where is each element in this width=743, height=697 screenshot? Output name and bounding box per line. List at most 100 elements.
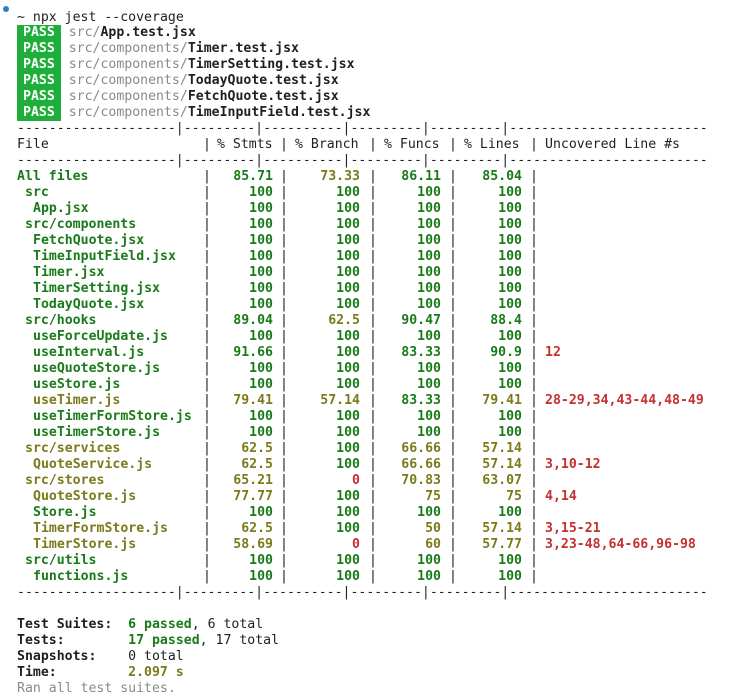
test-file-name: FetchQuote.test.jsx: [187, 89, 339, 104]
coverage-file-name: src/hooks: [25, 313, 97, 328]
column-separator: |: [369, 489, 377, 504]
coverage-lines: 57.14: [482, 457, 522, 472]
coverage-lines: 100: [498, 329, 522, 344]
coverage-branch: 100: [336, 281, 360, 296]
column-separator: |: [369, 281, 377, 296]
test-file-dir: src/components/: [68, 73, 188, 88]
prompt-line: ~ npx jest --coverage: [17, 10, 184, 26]
coverage-funcs: 100: [417, 297, 441, 312]
coverage-row: useStore.js 100 100 100 100 | | | | |: [17, 377, 743, 393]
column-separator: |: [449, 281, 457, 296]
column-separator: |: [449, 441, 457, 456]
pass-badge: PASS: [17, 57, 61, 73]
coverage-file-name: TimerFormStore.js: [33, 521, 168, 536]
column-separator: |: [530, 473, 538, 488]
coverage-row: Store.js 100 100 100 100 | | | | |: [17, 505, 743, 521]
coverage-file-name: src/components: [25, 217, 137, 232]
coverage-stmts: 100: [249, 201, 273, 216]
column-separator: |: [449, 521, 457, 536]
coverage-row: QuoteService.js 62.5 100 66.66 57.14 3,10-12 |…: [17, 457, 743, 473]
column-separator: |: [203, 425, 211, 440]
column-separator: |: [449, 425, 457, 440]
coverage-row: TimeInputField.jsx 100 100 100 100 | | | | |: [17, 249, 743, 265]
coverage-funcs: 70.83: [401, 473, 441, 488]
coverage-file-name: functions.js: [33, 569, 129, 584]
coverage-lines: 100: [498, 201, 522, 216]
coverage-lines: 100: [498, 409, 522, 424]
column-separator: |: [530, 201, 538, 216]
coverage-file-name: src/services: [25, 441, 121, 456]
column-separator: |: [280, 505, 288, 520]
column-separator: |: [203, 569, 211, 584]
column-separator: |: [449, 473, 457, 488]
coverage-file-name: Store.js: [33, 505, 97, 520]
column-separator: |: [369, 169, 377, 184]
coverage-branch: 100: [336, 249, 360, 264]
column-separator: |: [369, 553, 377, 568]
column-separator: |: [280, 185, 288, 200]
coverage-stmts: 91.66: [233, 345, 273, 360]
column-separator: |: [530, 329, 538, 344]
column-separator: |: [369, 249, 377, 264]
column-separator: |: [449, 249, 457, 264]
coverage-stmts: 62.5: [241, 457, 273, 472]
coverage-funcs: 83.33: [401, 345, 441, 360]
column-separator: |: [449, 457, 457, 472]
header-funcs: % Funcs: [384, 137, 440, 152]
coverage-row: src/utils 100 100 100 100 | | | | |: [17, 553, 743, 569]
column-separator: |: [530, 137, 538, 152]
coverage-lines: 100: [498, 569, 522, 584]
coverage-row: src/stores 65.21 0 70.83 63.07 | | | | |: [17, 473, 743, 489]
coverage-row: TimerStore.js 58.69 0 60 57.77 3,23-48,64-66,…: [17, 537, 743, 553]
column-separator: |: [530, 553, 538, 568]
coverage-stmts: 100: [249, 553, 273, 568]
column-separator: |: [203, 233, 211, 248]
pass-badge: PASS: [17, 73, 61, 89]
column-separator: |: [449, 505, 457, 520]
coverage-uncovered-lines: 12: [545, 345, 561, 360]
coverage-funcs: 100: [417, 425, 441, 440]
column-separator: |: [369, 313, 377, 328]
coverage-funcs: 100: [417, 505, 441, 520]
column-separator: |: [280, 473, 288, 488]
coverage-branch: 100: [336, 265, 360, 280]
coverage-branch: 100: [336, 185, 360, 200]
column-separator: |: [369, 265, 377, 280]
column-separator: |: [280, 409, 288, 424]
coverage-stmts: 79.41: [233, 393, 273, 408]
coverage-row: functions.js 100 100 100 100 | | | | |: [17, 569, 743, 585]
header-lines: % Lines: [464, 137, 520, 152]
coverage-row: useForceUpdate.js 100 100 100 100 | | | | |: [17, 329, 743, 345]
coverage-row: src/services 62.5 100 66.66 57.14 | | | | |: [17, 441, 743, 457]
coverage-file-name: TimerSetting.jsx: [33, 281, 161, 296]
test-file-name: App.test.jsx: [100, 25, 196, 40]
coverage-uncovered-lines: 3,15-21: [545, 521, 601, 536]
coverage-branch: 73.33: [320, 169, 360, 184]
header-stmts: % Stmts: [217, 137, 273, 152]
coverage-row: All files 85.71 73.33 86.11 85.04 | | | | |: [17, 169, 743, 185]
coverage-funcs: 100: [417, 569, 441, 584]
pass-badge: PASS: [17, 105, 61, 121]
coverage-funcs: 100: [417, 329, 441, 344]
coverage-branch: 100: [336, 233, 360, 248]
test-file-dir: src/components/: [68, 57, 188, 72]
column-separator: |: [530, 521, 538, 536]
column-separator: |: [280, 233, 288, 248]
coverage-lines: 79.41: [482, 393, 522, 408]
coverage-branch: 0: [352, 473, 360, 488]
coverage-stmts: 100: [249, 505, 273, 520]
coverage-branch: 100: [336, 505, 360, 520]
column-separator: |: [449, 265, 457, 280]
test-file-name: TimerSetting.test.jsx: [187, 57, 355, 72]
pass-badge: PASS: [17, 89, 61, 105]
summary-test-suites: Test Suites: 6 passed, 6 total: [17, 617, 264, 632]
column-separator: |: [449, 537, 457, 552]
table-divider-text: --------------------|---------|---------…: [17, 121, 708, 136]
column-separator: |: [449, 377, 457, 392]
coverage-file-name: useTimer.js: [33, 393, 121, 408]
column-separator: |: [280, 201, 288, 216]
test-file-name: Timer.test.jsx: [187, 41, 299, 56]
coverage-file-name: App.jsx: [33, 201, 89, 216]
column-separator: |: [369, 425, 377, 440]
coverage-lines: 100: [498, 297, 522, 312]
